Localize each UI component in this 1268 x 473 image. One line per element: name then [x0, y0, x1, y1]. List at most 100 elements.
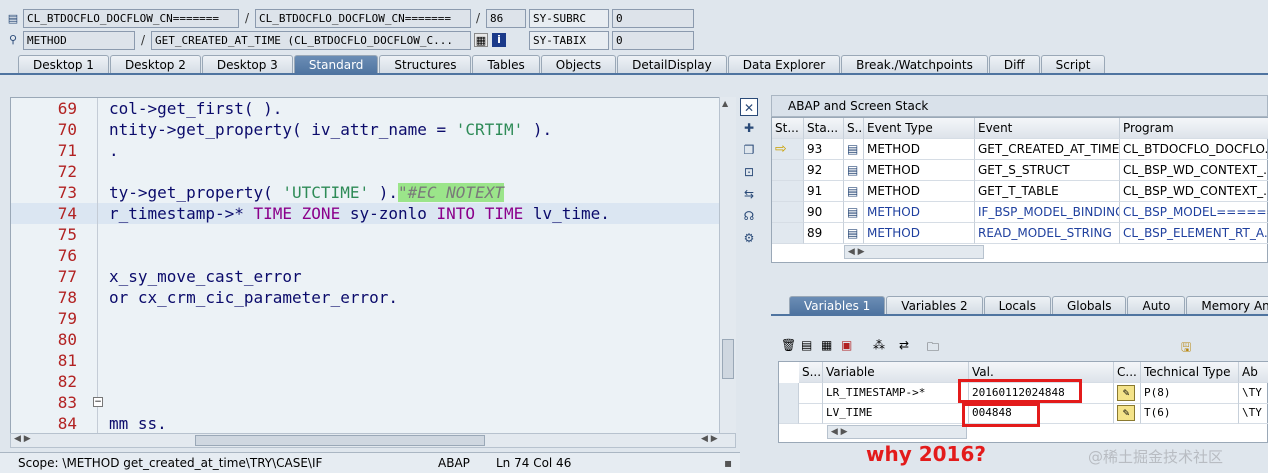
code-line[interactable]: 81: [11, 350, 721, 371]
variables-column-header[interactable]: Ab: [1239, 362, 1268, 383]
code-line[interactable]: 73 ty->get_property( 'UTCTIME' )."#EC NOT…: [11, 182, 721, 203]
event-type-field[interactable]: METHOD: [23, 31, 135, 50]
tree-icon[interactable]: ⚙: [740, 229, 758, 247]
code-line[interactable]: 79: [11, 308, 721, 329]
method-name-field[interactable]: GET_CREATED_AT_TIME (CL_BTDOCFLO_DOCFLOW…: [151, 31, 471, 50]
code-line[interactable]: 77 x_sy_move_cast_error: [11, 266, 721, 287]
maximize-icon[interactable]: ⊡: [740, 163, 758, 181]
stack-column-header[interactable]: S...: [844, 118, 864, 139]
row-selector[interactable]: [779, 403, 799, 424]
stack-cell-program[interactable]: CL_BSP_WD_CONTEXT_...: [1120, 181, 1268, 202]
stack-hscroll[interactable]: ◀ ▶: [844, 245, 984, 259]
edit-pencil-icon[interactable]: ✎: [1117, 385, 1135, 401]
variables-column-header[interactable]: Variable: [823, 362, 969, 383]
change-cell[interactable]: ✎: [1114, 383, 1141, 404]
stack-grid[interactable]: St...Sta...S...Event TypeEventProgram ⇨9…: [771, 117, 1268, 263]
tab-structures[interactable]: Structures: [379, 55, 472, 74]
editor-vertical-scrollbar[interactable]: ▲: [719, 97, 736, 435]
sy-subrc-label[interactable]: SY-SUBRC: [529, 9, 609, 28]
code-line[interactable]: 74 r_timestamp->* TIME ZONE sy-zonlo INTO…: [11, 203, 721, 224]
stack-column-header[interactable]: Event Type: [864, 118, 975, 139]
resize-grip-icon[interactable]: ▪: [724, 453, 732, 473]
tab-detail-display[interactable]: DetailDisplay: [617, 55, 727, 74]
tab-locals[interactable]: Locals: [983, 296, 1051, 314]
stack-cell-event-type[interactable]: METHOD: [864, 223, 975, 244]
hscroll-thumb[interactable]: [195, 435, 485, 446]
class-name-field[interactable]: CL_BTDOCFLO_DOCFLOW_CN=======: [23, 9, 239, 28]
folder-icon[interactable]: 🗀: [927, 338, 939, 359]
info-icon[interactable]: i: [492, 33, 506, 47]
tab-data-explorer[interactable]: Data Explorer: [727, 55, 841, 74]
export-icon[interactable]: ▣: [841, 338, 852, 352]
table-icon[interactable]: ▦: [821, 338, 832, 352]
variable-tech-type[interactable]: T(6): [1141, 403, 1239, 424]
scroll-right-icon[interactable]: ◀ ▶: [701, 434, 718, 444]
stack-cell-level[interactable]: 91: [804, 181, 844, 202]
editor-horizontal-scrollbar[interactable]: ◀ ▶ ◀ ▶: [10, 433, 736, 448]
close-icon[interactable]: ✕: [740, 98, 758, 116]
scroll-up-icon[interactable]: ▲: [722, 99, 728, 108]
code-line[interactable]: 75: [11, 224, 721, 245]
grid-icon[interactable]: ▦: [474, 33, 488, 47]
hierarchy-icon[interactable]: ⁂: [873, 338, 885, 352]
sy-tabix-label[interactable]: SY-TABIX: [529, 31, 609, 50]
stack-cell-event[interactable]: GET_CREATED_AT_TIME: [975, 139, 1120, 160]
tab-variables-1[interactable]: Variables 1: [789, 296, 886, 314]
stack-column-header[interactable]: Sta...: [804, 118, 844, 139]
code-line[interactable]: 83: [11, 392, 721, 413]
tab-globals[interactable]: Globals: [1051, 296, 1127, 314]
stack-cell-program[interactable]: CL_BSP_WD_CONTEXT_...: [1120, 160, 1268, 181]
variable-name[interactable]: LV_TIME: [823, 403, 969, 424]
code-line[interactable]: 78 or cx_crm_cic_parameter_error.: [11, 287, 721, 308]
tab-script[interactable]: Script: [1040, 55, 1106, 74]
method-icon[interactable]: ▤: [844, 202, 864, 223]
copy-icon[interactable]: ❐: [740, 141, 758, 159]
variable-ab[interactable]: \TY: [1239, 383, 1268, 404]
method-icon[interactable]: ▤: [844, 223, 864, 244]
variable-name[interactable]: LR_TIMESTAMP->*: [823, 383, 969, 404]
variables-hscroll[interactable]: ◀ ▶: [827, 425, 967, 439]
stack-cell-level[interactable]: 92: [804, 160, 844, 181]
new-tool-icon[interactable]: ✚: [740, 119, 758, 137]
stack-cell-event[interactable]: READ_MODEL_STRING: [975, 223, 1120, 244]
tab-variables-2[interactable]: Variables 2: [886, 296, 983, 314]
tab-tables[interactable]: Tables: [472, 55, 540, 74]
variable-ab[interactable]: \TY: [1239, 403, 1268, 424]
list-icon[interactable]: ▤: [801, 338, 812, 352]
method-icon[interactable]: ▤: [844, 160, 864, 181]
code-line[interactable]: 71.: [11, 140, 721, 161]
code-line[interactable]: 72: [11, 161, 721, 182]
variable-tech-type[interactable]: P(8): [1141, 383, 1239, 404]
fold-toggle-icon[interactable]: −: [93, 397, 103, 407]
stack-cell-program[interactable]: CL_BTDOCFLO_DOCFLO...: [1120, 139, 1268, 160]
stack-cell-event-type[interactable]: METHOD: [864, 181, 975, 202]
stack-column-header[interactable]: St...: [772, 118, 804, 139]
tab-desktop-2[interactable]: Desktop 2: [109, 55, 201, 74]
code-line[interactable]: 69 col->get_first( ).: [11, 98, 721, 119]
variables-column-header[interactable]: Technical Type: [1141, 362, 1239, 383]
variables-column-header[interactable]: C...: [1114, 362, 1141, 383]
tab-diff[interactable]: Diff: [988, 55, 1040, 74]
stack-cell-level[interactable]: 89: [804, 223, 844, 244]
stack-cell-event-type[interactable]: METHOD: [864, 202, 975, 223]
stack-cell-event-type[interactable]: METHOD: [864, 160, 975, 181]
delete-icon[interactable]: 🗑: [781, 338, 796, 352]
tab-desktop-3[interactable]: Desktop 3: [201, 55, 293, 74]
stack-cell-level[interactable]: 90: [804, 202, 844, 223]
row-selector[interactable]: [779, 383, 799, 404]
stack-column-header[interactable]: Event: [975, 118, 1120, 139]
tab-auto[interactable]: Auto: [1127, 296, 1186, 314]
source-editor[interactable]: 69 col->get_first( ). 70 ntity->get_propert…: [10, 97, 736, 435]
tab-objects[interactable]: Objects: [540, 55, 617, 74]
scroll-left-icon[interactable]: ◀ ▶: [14, 434, 31, 444]
headset-icon[interactable]: ☊: [740, 207, 758, 225]
stack-cell-level[interactable]: 93: [804, 139, 844, 160]
method-icon[interactable]: ▤: [844, 139, 864, 160]
code-line[interactable]: 70 ntity->get_property( iv_attr_name = 'C…: [11, 119, 721, 140]
stack-cell-program[interactable]: CL_BSP_ELEMENT_RT_A...: [1120, 223, 1268, 244]
tab-breakpoints[interactable]: Break./Watchpoints: [841, 55, 988, 74]
variables-column-header[interactable]: S...: [799, 362, 823, 383]
code-line[interactable]: 82: [11, 371, 721, 392]
code-line[interactable]: 80: [11, 329, 721, 350]
stack-cell-event-type[interactable]: METHOD: [864, 139, 975, 160]
